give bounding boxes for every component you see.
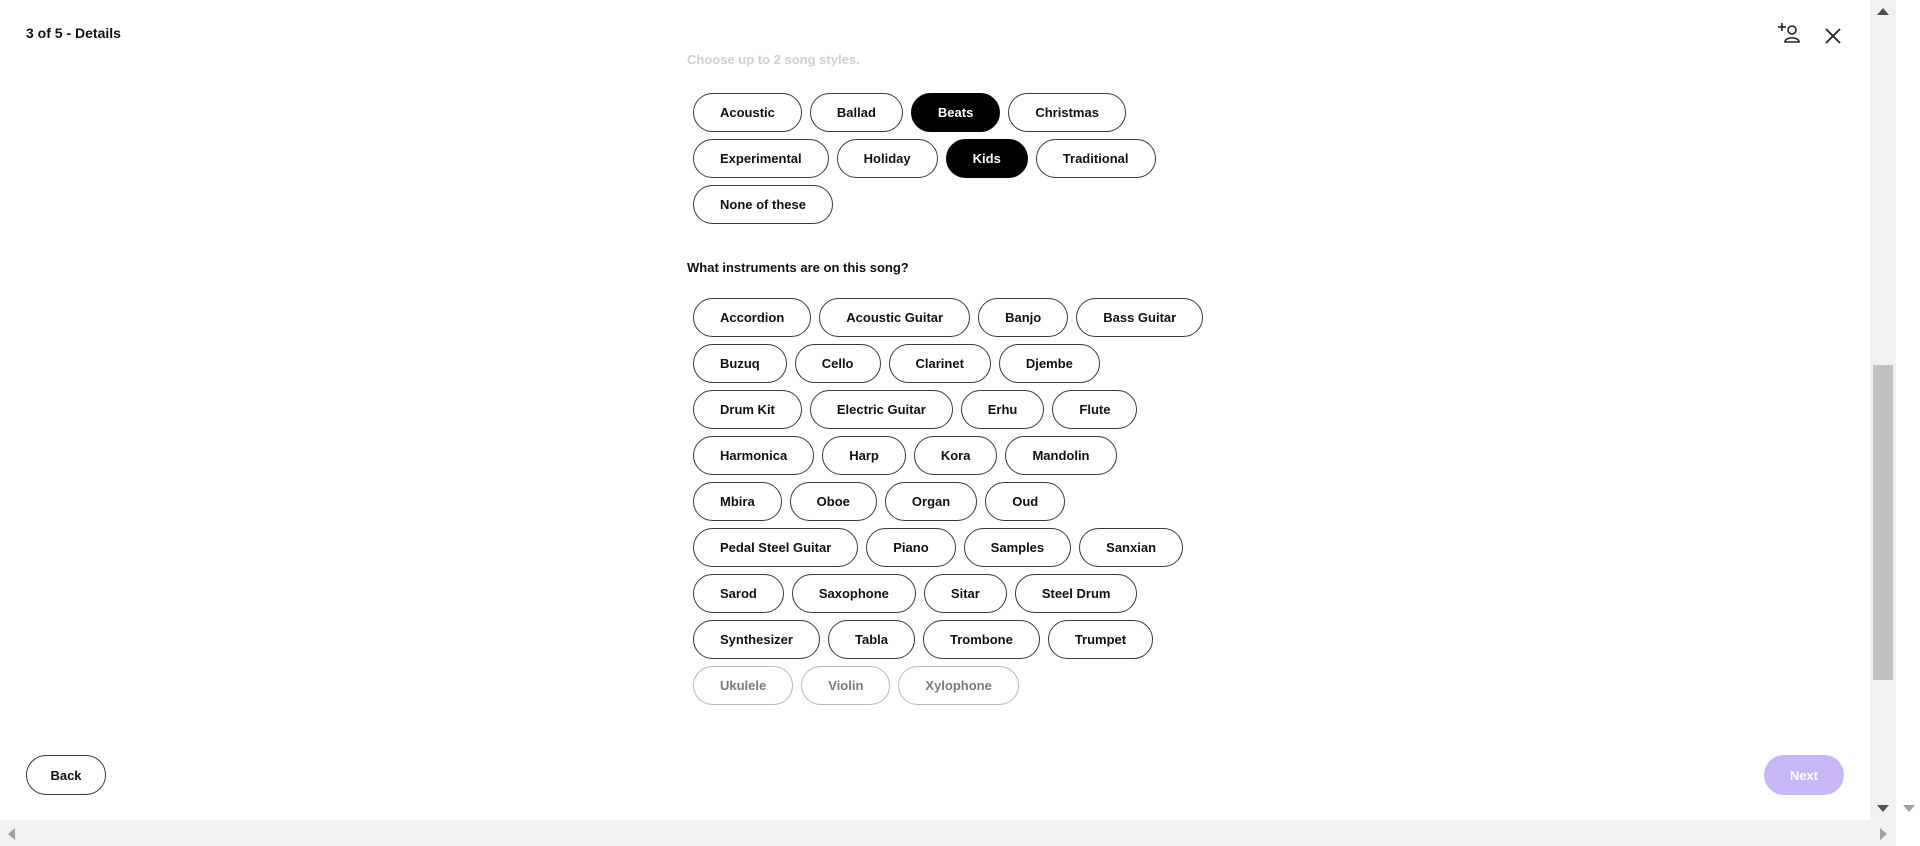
style-chip-traditional[interactable]: Traditional	[1035, 139, 1156, 178]
instrument-options: Accordion Acoustic Guitar Banjo Bass Guitar…	[693, 298, 1207, 705]
horizontal-scrollbar[interactable]	[0, 820, 1896, 846]
instrument-chip-xylophone[interactable]: Xylophone	[898, 666, 1019, 705]
instrument-chip-oboe[interactable]: Oboe	[789, 482, 877, 521]
instrument-chip-organ[interactable]: Organ	[884, 482, 978, 521]
instrument-chip-mandolin[interactable]: Mandolin	[1005, 436, 1117, 475]
instrument-chip-cello[interactable]: Cello	[794, 344, 881, 383]
details-form: Choose up to 2 song styles. Acoustic Ball…	[687, 0, 1207, 720]
instrument-chip-steel-drum[interactable]: Steel Drum	[1014, 574, 1138, 613]
instrument-chip-ukulele[interactable]: Ukulele	[693, 666, 794, 705]
style-chip-ballad[interactable]: Ballad	[809, 93, 903, 132]
instrument-chip-djembe[interactable]: Djembe	[998, 344, 1100, 383]
instrument-chip-kora[interactable]: Kora	[913, 436, 998, 475]
instrument-chip-piano[interactable]: Piano	[866, 528, 956, 567]
close-icon[interactable]	[1820, 23, 1846, 49]
vertical-scrollbar[interactable]	[1870, 0, 1896, 820]
instrument-chip-drum-kit[interactable]: Drum Kit	[693, 390, 802, 429]
song-style-options: Acoustic Ballad Beats Christmas Experimental…	[693, 93, 1207, 224]
instrument-chip-clarinet[interactable]: Clarinet	[888, 344, 991, 383]
scroll-up-arrow-icon[interactable]	[1877, 8, 1889, 15]
instrument-chip-harp[interactable]: Harp	[822, 436, 906, 475]
styles-prompt: Choose up to 2 song styles.	[687, 53, 860, 67]
instrument-chip-pedal-steel-guitar[interactable]: Pedal Steel Guitar	[693, 528, 859, 567]
instrument-chip-samples[interactable]: Samples	[963, 528, 1072, 567]
page-title: 3 of 5 - Details	[26, 25, 121, 41]
instrument-chip-erhu[interactable]: Erhu	[960, 390, 1045, 429]
style-chip-none-of-these[interactable]: None of these	[693, 185, 833, 224]
instrument-chip-sanxian[interactable]: Sanxian	[1079, 528, 1184, 567]
style-chip-christmas[interactable]: Christmas	[1008, 93, 1126, 132]
instrument-chip-violin[interactable]: Violin	[801, 666, 891, 705]
scroll-left-arrow-icon[interactable]	[8, 828, 15, 840]
instrument-chip-bass-guitar[interactable]: Bass Guitar	[1076, 298, 1204, 337]
instrument-chip-oud[interactable]: Oud	[985, 482, 1066, 521]
instrument-chip-flute[interactable]: Flute	[1052, 390, 1138, 429]
instrument-chip-tabla[interactable]: Tabla	[827, 620, 915, 659]
style-chip-holiday[interactable]: Holiday	[836, 139, 938, 178]
instrument-chip-harmonica[interactable]: Harmonica	[693, 436, 815, 475]
instruments-question: What instruments are on this song?	[687, 260, 909, 275]
next-button[interactable]: Next	[1764, 755, 1844, 795]
instrument-chip-sarod[interactable]: Sarod	[693, 574, 784, 613]
style-chip-beats[interactable]: Beats	[910, 93, 1001, 132]
instrument-chip-acoustic-guitar[interactable]: Acoustic Guitar	[819, 298, 971, 337]
instrument-chip-banjo[interactable]: Banjo	[978, 298, 1069, 337]
instrument-chip-saxophone[interactable]: Saxophone	[791, 574, 916, 613]
style-chip-kids[interactable]: Kids	[945, 139, 1028, 178]
scroll-down-arrow-icon[interactable]	[1877, 805, 1889, 812]
style-chip-experimental[interactable]: Experimental	[693, 139, 829, 178]
page-scroll-down-arrow-icon[interactable]	[1903, 805, 1915, 812]
instrument-chip-trumpet[interactable]: Trumpet	[1047, 620, 1154, 659]
add-person-icon[interactable]	[1777, 20, 1803, 46]
instrument-chip-trombone[interactable]: Trombone	[922, 620, 1040, 659]
back-button[interactable]: Back	[26, 755, 106, 795]
instrument-chip-synthesizer[interactable]: Synthesizer	[693, 620, 820, 659]
instrument-chip-electric-guitar[interactable]: Electric Guitar	[809, 390, 953, 429]
instrument-chip-sitar[interactable]: Sitar	[923, 574, 1007, 613]
style-chip-acoustic[interactable]: Acoustic	[693, 93, 802, 132]
instrument-chip-buzuq[interactable]: Buzuq	[693, 344, 787, 383]
scrollbar-thumb[interactable]	[1873, 365, 1893, 680]
scroll-right-arrow-icon[interactable]	[1880, 828, 1887, 840]
instrument-chip-mbira[interactable]: Mbira	[693, 482, 782, 521]
instrument-chip-accordion[interactable]: Accordion	[693, 298, 812, 337]
